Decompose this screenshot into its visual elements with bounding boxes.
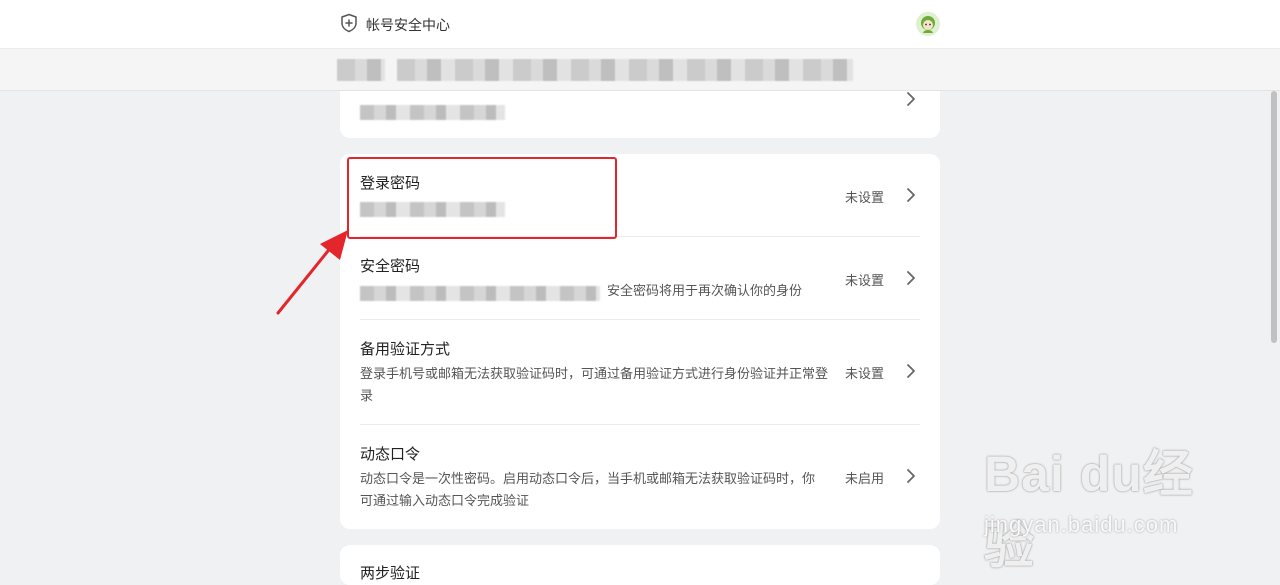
chevron-right-icon bbox=[907, 469, 915, 483]
blurred-account-details bbox=[397, 59, 853, 81]
chevron-right-icon bbox=[907, 92, 915, 106]
setting-title: 备用验证方式 bbox=[360, 340, 451, 358]
setting-title: 动态口令 bbox=[360, 445, 421, 463]
baidu-jingyan-watermark: Bai du经验 jingyan.baidu.com bbox=[980, 434, 1220, 574]
account-info-bar bbox=[0, 49, 1280, 91]
setting-row-backup-verification[interactable]: 备用验证方式 登录手机号或邮箱无法获取验证码时，可通过备用验证方式进行身份验证并… bbox=[360, 320, 920, 425]
setting-title: 登录密码 bbox=[360, 174, 421, 192]
settings-card-top[interactable] bbox=[340, 91, 940, 138]
blurred-account-name bbox=[337, 59, 385, 81]
blurred-description bbox=[360, 105, 505, 120]
annotation-arrow-icon bbox=[276, 230, 348, 315]
setting-row-login-password[interactable]: 登录密码 未设置 bbox=[360, 154, 920, 237]
header-title: 帐号安全中心 bbox=[366, 18, 450, 34]
setting-status: 未启用 bbox=[844, 472, 884, 487]
setting-description: 安全密码将用于再次确认你的身份 bbox=[607, 284, 803, 299]
setting-status: 未设置 bbox=[844, 367, 884, 382]
setting-description: 动态口令是一次性密码。启用动态口令后，当手机或邮箱无法获取验证码时，你可通过输入… bbox=[360, 472, 816, 509]
setting-description: 登录手机号或邮箱无法获取验证码时，可通过备用验证方式进行身份验证并正常登录 bbox=[360, 367, 829, 404]
top-header: 帐号安全中心 bbox=[0, 0, 1280, 49]
security-settings-card: 登录密码 未设置 安全密码 安全密码将用于再次确认你的身份 未设置 备用验证方式… bbox=[340, 154, 940, 529]
setting-title: 安全密码 bbox=[360, 257, 421, 275]
watermark-url: jingyan.baidu.com bbox=[984, 512, 1179, 537]
user-avatar-icon[interactable] bbox=[916, 12, 940, 36]
setting-status: 未设置 bbox=[844, 274, 884, 289]
header-brand[interactable]: 帐号安全中心 bbox=[340, 13, 450, 37]
setting-row-security-password[interactable]: 安全密码 安全密码将用于再次确认你的身份 未设置 bbox=[360, 237, 920, 320]
setting-status: 未设置 bbox=[844, 191, 884, 206]
settings-card-two-step[interactable]: 两步验证 bbox=[340, 545, 940, 585]
setting-row-dynamic-token[interactable]: 动态口令 动态口令是一次性密码。启用动态口令后，当手机或邮箱无法获取验证码时，你… bbox=[360, 425, 920, 529]
scrollbar-thumb[interactable] bbox=[1271, 91, 1277, 343]
page-scrollbar[interactable] bbox=[1268, 91, 1280, 574]
section-title: 两步验证 bbox=[360, 564, 421, 582]
shield-plus-icon bbox=[340, 13, 358, 37]
blurred-description bbox=[360, 202, 505, 217]
watermark-logo: Bai du经验 bbox=[984, 446, 1194, 574]
chevron-right-icon bbox=[907, 364, 915, 378]
chevron-right-icon bbox=[907, 188, 915, 202]
chevron-right-icon bbox=[907, 271, 915, 285]
blurred-description bbox=[360, 286, 600, 301]
